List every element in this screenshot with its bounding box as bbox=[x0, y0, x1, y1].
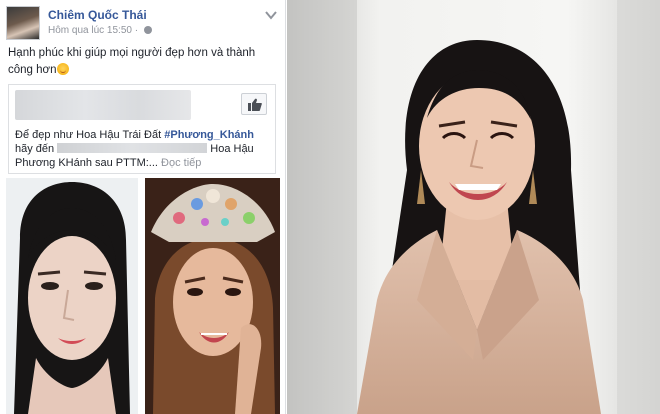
author-name[interactable]: Chiêm Quốc Thái bbox=[48, 8, 147, 22]
portrait-photo[interactable] bbox=[287, 0, 660, 414]
facebook-post: Chiêm Quốc Thái Hôm qua lúc 15:50 · Hạnh… bbox=[0, 0, 286, 414]
like-page-button[interactable] bbox=[241, 93, 267, 115]
shared-post-text: Để đẹp như Hoa Hậu Trái Đất #Phương_Khán… bbox=[15, 128, 265, 170]
hashtag-link[interactable]: #Phương_Khánh bbox=[164, 129, 254, 141]
after-photo[interactable] bbox=[145, 178, 280, 414]
shared-post[interactable]: Để đẹp như Hoa Hậu Trái Đất #Phương_Khán… bbox=[8, 84, 276, 174]
author-avatar[interactable] bbox=[6, 6, 40, 40]
blurred-page-name bbox=[15, 90, 191, 120]
post-header: Chiêm Quốc Thái Hôm qua lúc 15:50 · bbox=[6, 6, 279, 42]
post-status-text: Hạnh phúc khi giúp mọi người đẹp hơn và … bbox=[8, 45, 276, 79]
status-text: Hạnh phúc khi giúp mọi người đẹp hơn và … bbox=[8, 47, 256, 76]
smiling-face-icon bbox=[57, 63, 70, 75]
redacted-text bbox=[57, 143, 208, 153]
timestamp-text: Hôm qua lúc 15:50 · bbox=[48, 25, 141, 36]
read-more-link[interactable]: Đọc tiếp bbox=[161, 157, 201, 169]
thumbs-up-icon bbox=[248, 98, 262, 111]
globe-icon bbox=[143, 26, 152, 34]
post-timestamp[interactable]: Hôm qua lúc 15:50 · bbox=[48, 25, 152, 36]
shared-text-part: hãy đến bbox=[15, 143, 58, 155]
chevron-down-icon[interactable] bbox=[265, 10, 277, 20]
before-photo[interactable] bbox=[6, 178, 138, 414]
shared-text-part: Để đẹp như Hoa Hậu Trái Đất bbox=[15, 129, 165, 141]
